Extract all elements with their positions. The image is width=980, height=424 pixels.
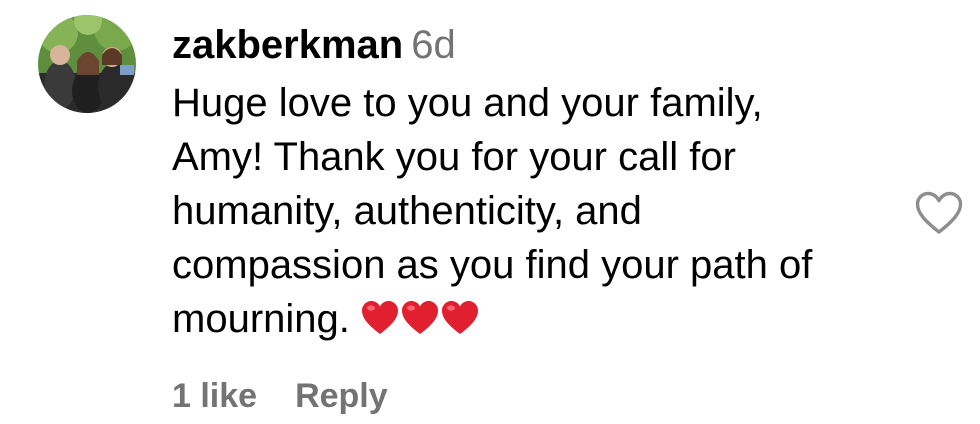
red-heart-emoji bbox=[441, 301, 478, 334]
comment-text-line: Huge love to you and your family, bbox=[172, 81, 763, 125]
comment-text-line: compassion as you find your path of bbox=[172, 243, 813, 287]
comment-text-line: Amy! Thank you for your call for bbox=[172, 135, 736, 179]
avatar[interactable] bbox=[38, 15, 136, 113]
reply-button[interactable]: Reply bbox=[295, 377, 388, 415]
comment-text-line: mourning. bbox=[172, 297, 350, 341]
heart-outline-icon bbox=[915, 191, 963, 234]
likes-count-link[interactable]: 1 like bbox=[172, 377, 257, 415]
red-heart-emoji bbox=[401, 301, 438, 334]
red-heart-emojis bbox=[360, 298, 480, 342]
avatar-photo bbox=[38, 15, 136, 113]
comment-text-line: humanity, authenticity, and bbox=[172, 189, 642, 233]
like-button[interactable] bbox=[914, 190, 964, 236]
comment-actions: 1 like Reply bbox=[172, 376, 388, 416]
timestamp[interactable]: 6d bbox=[411, 23, 456, 67]
comment-content: zakberkman 6d Huge love to you and your f… bbox=[172, 22, 892, 346]
red-heart-emoji bbox=[361, 301, 398, 334]
comment-header: zakberkman 6d bbox=[172, 22, 892, 68]
comment: zakberkman 6d Huge love to you and your f… bbox=[0, 0, 980, 424]
comment-text: Huge love to you and your family, Amy! T… bbox=[172, 76, 892, 346]
comment-text-line-last: mourning. bbox=[172, 292, 892, 346]
username[interactable]: zakberkman bbox=[172, 23, 403, 67]
